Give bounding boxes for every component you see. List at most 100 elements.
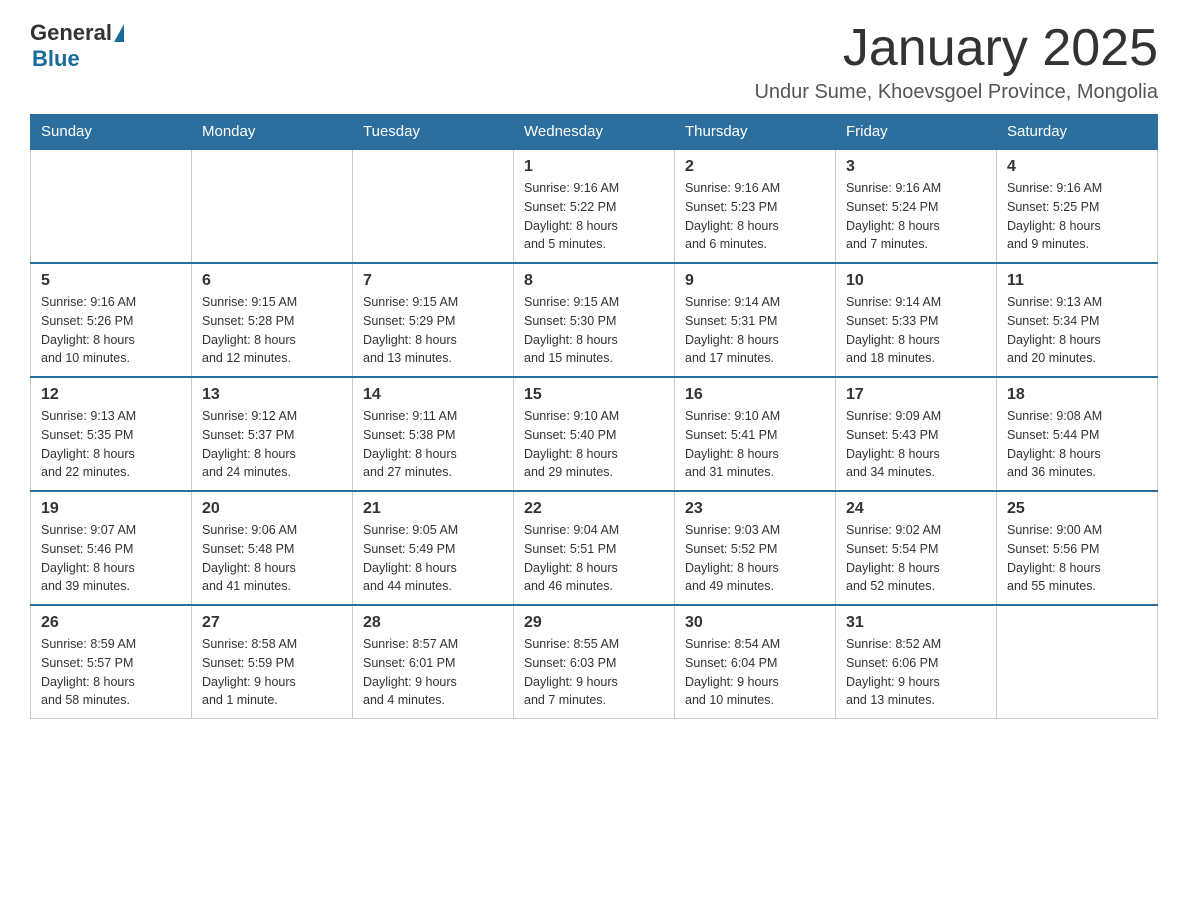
day-number: 18 — [1007, 386, 1147, 404]
calendar-cell — [192, 149, 353, 263]
day-number: 10 — [846, 272, 986, 290]
day-info: Sunrise: 9:00 AMSunset: 5:56 PMDaylight:… — [1007, 521, 1147, 596]
calendar-header-sunday: Sunday — [31, 115, 192, 150]
day-info: Sunrise: 9:03 AMSunset: 5:52 PMDaylight:… — [685, 521, 825, 596]
calendar-cell: 28 Sunrise: 8:57 AMSunset: 6:01 PMDayligh… — [353, 605, 514, 719]
title-section: January 2025 Undur Sume, Khoevsgoel Prov… — [754, 20, 1158, 104]
day-info: Sunrise: 9:16 AMSunset: 5:22 PMDaylight:… — [524, 179, 664, 254]
calendar-cell — [997, 605, 1158, 719]
calendar-cell: 22 Sunrise: 9:04 AMSunset: 5:51 PMDayligh… — [514, 491, 675, 605]
page-header: General Blue January 2025 Undur Sume, Kh… — [30, 20, 1158, 104]
day-info: Sunrise: 9:16 AMSunset: 5:23 PMDaylight:… — [685, 179, 825, 254]
calendar-header-friday: Friday — [836, 115, 997, 150]
calendar-cell: 30 Sunrise: 8:54 AMSunset: 6:04 PMDayligh… — [675, 605, 836, 719]
day-info: Sunrise: 9:07 AMSunset: 5:46 PMDaylight:… — [41, 521, 181, 596]
calendar-header-monday: Monday — [192, 115, 353, 150]
calendar-table: SundayMondayTuesdayWednesdayThursdayFrid… — [30, 114, 1158, 719]
day-info: Sunrise: 9:16 AMSunset: 5:24 PMDaylight:… — [846, 179, 986, 254]
calendar-cell: 5Sunrise: 9:16 AMSunset: 5:26 PMDaylight… — [31, 263, 192, 377]
day-number: 1 — [524, 158, 664, 176]
day-info: Sunrise: 9:02 AMSunset: 5:54 PMDaylight:… — [846, 521, 986, 596]
calendar-cell: 14 Sunrise: 9:11 AMSunset: 5:38 PMDayligh… — [353, 377, 514, 491]
logo: General Blue — [30, 20, 125, 72]
day-number: 14 — [363, 386, 503, 404]
calendar-cell: 19 Sunrise: 9:07 AMSunset: 5:46 PMDayligh… — [31, 491, 192, 605]
calendar-cell: 23 Sunrise: 9:03 AMSunset: 5:52 PMDayligh… — [675, 491, 836, 605]
calendar-cell: 16 Sunrise: 9:10 AMSunset: 5:41 PMDayligh… — [675, 377, 836, 491]
logo-triangle-icon — [114, 24, 124, 42]
week-row-2: 12Sunrise: 9:13 AMSunset: 5:35 PMDayligh… — [31, 377, 1158, 491]
day-info: Sunrise: 9:15 AMSunset: 5:29 PMDaylight:… — [363, 293, 503, 368]
calendar-cell: 3 Sunrise: 9:16 AMSunset: 5:24 PMDaylight… — [836, 149, 997, 263]
calendar-header-row: SundayMondayTuesdayWednesdayThursdayFrid… — [31, 115, 1158, 150]
location-text: Undur Sume, Khoevsgoel Province, Mongoli… — [754, 81, 1158, 104]
calendar-cell: 31 Sunrise: 8:52 AMSunset: 6:06 PMDayligh… — [836, 605, 997, 719]
day-info: Sunrise: 8:54 AMSunset: 6:04 PMDaylight:… — [685, 635, 825, 710]
day-number: 22 — [524, 500, 664, 518]
logo-blue-text: Blue — [32, 46, 80, 71]
calendar-cell: 13Sunrise: 9:12 AMSunset: 5:37 PMDayligh… — [192, 377, 353, 491]
week-row-3: 19 Sunrise: 9:07 AMSunset: 5:46 PMDayligh… — [31, 491, 1158, 605]
day-info: Sunrise: 9:13 AMSunset: 5:34 PMDaylight:… — [1007, 293, 1147, 368]
day-info: Sunrise: 9:16 AMSunset: 5:26 PMDaylight:… — [41, 293, 181, 368]
calendar-cell: 4Sunrise: 9:16 AMSunset: 5:25 PMDaylight… — [997, 149, 1158, 263]
day-info: Sunrise: 8:57 AMSunset: 6:01 PMDaylight:… — [363, 635, 503, 710]
day-number: 31 — [846, 614, 986, 632]
day-info: Sunrise: 9:08 AMSunset: 5:44 PMDaylight:… — [1007, 407, 1147, 482]
day-number: 13 — [202, 386, 342, 404]
day-number: 20 — [202, 500, 342, 518]
day-info: Sunrise: 9:09 AMSunset: 5:43 PMDaylight:… — [846, 407, 986, 482]
day-number: 23 — [685, 500, 825, 518]
month-title: January 2025 — [754, 20, 1158, 77]
day-number: 11 — [1007, 272, 1147, 290]
week-row-1: 5Sunrise: 9:16 AMSunset: 5:26 PMDaylight… — [31, 263, 1158, 377]
calendar-cell: 11 Sunrise: 9:13 AMSunset: 5:34 PMDayligh… — [997, 263, 1158, 377]
day-number: 21 — [363, 500, 503, 518]
calendar-cell: 27Sunrise: 8:58 AMSunset: 5:59 PMDayligh… — [192, 605, 353, 719]
day-info: Sunrise: 9:10 AMSunset: 5:40 PMDaylight:… — [524, 407, 664, 482]
calendar-cell: 8Sunrise: 9:15 AMSunset: 5:30 PMDaylight… — [514, 263, 675, 377]
calendar-header-tuesday: Tuesday — [353, 115, 514, 150]
calendar-header-wednesday: Wednesday — [514, 115, 675, 150]
day-number: 7 — [363, 272, 503, 290]
calendar-cell: 2 Sunrise: 9:16 AMSunset: 5:23 PMDaylight… — [675, 149, 836, 263]
calendar-cell: 9 Sunrise: 9:14 AMSunset: 5:31 PMDaylight… — [675, 263, 836, 377]
day-info: Sunrise: 9:14 AMSunset: 5:33 PMDaylight:… — [846, 293, 986, 368]
day-info: Sunrise: 9:06 AMSunset: 5:48 PMDaylight:… — [202, 521, 342, 596]
calendar-cell: 24 Sunrise: 9:02 AMSunset: 5:54 PMDayligh… — [836, 491, 997, 605]
day-info: Sunrise: 9:05 AMSunset: 5:49 PMDaylight:… — [363, 521, 503, 596]
week-row-0: 1 Sunrise: 9:16 AMSunset: 5:22 PMDaylight… — [31, 149, 1158, 263]
day-number: 19 — [41, 500, 181, 518]
day-number: 9 — [685, 272, 825, 290]
calendar-cell: 20 Sunrise: 9:06 AMSunset: 5:48 PMDayligh… — [192, 491, 353, 605]
week-row-4: 26Sunrise: 8:59 AMSunset: 5:57 PMDayligh… — [31, 605, 1158, 719]
day-info: Sunrise: 9:15 AMSunset: 5:28 PMDaylight:… — [202, 293, 342, 368]
calendar-cell: 10 Sunrise: 9:14 AMSunset: 5:33 PMDayligh… — [836, 263, 997, 377]
day-info: Sunrise: 9:10 AMSunset: 5:41 PMDaylight:… — [685, 407, 825, 482]
calendar-cell: 25 Sunrise: 9:00 AMSunset: 5:56 PMDayligh… — [997, 491, 1158, 605]
day-info: Sunrise: 9:11 AMSunset: 5:38 PMDaylight:… — [363, 407, 503, 482]
day-info: Sunrise: 9:04 AMSunset: 5:51 PMDaylight:… — [524, 521, 664, 596]
day-number: 28 — [363, 614, 503, 632]
day-number: 12 — [41, 386, 181, 404]
day-number: 25 — [1007, 500, 1147, 518]
day-number: 29 — [524, 614, 664, 632]
calendar-cell: 7 Sunrise: 9:15 AMSunset: 5:29 PMDaylight… — [353, 263, 514, 377]
day-info: Sunrise: 9:14 AMSunset: 5:31 PMDaylight:… — [685, 293, 825, 368]
day-number: 24 — [846, 500, 986, 518]
day-number: 26 — [41, 614, 181, 632]
day-number: 16 — [685, 386, 825, 404]
calendar-cell: 1 Sunrise: 9:16 AMSunset: 5:22 PMDaylight… — [514, 149, 675, 263]
day-number: 30 — [685, 614, 825, 632]
calendar-header-thursday: Thursday — [675, 115, 836, 150]
day-number: 2 — [685, 158, 825, 176]
day-info: Sunrise: 9:16 AMSunset: 5:25 PMDaylight:… — [1007, 179, 1147, 254]
calendar-cell: 15Sunrise: 9:10 AMSunset: 5:40 PMDayligh… — [514, 377, 675, 491]
day-number: 6 — [202, 272, 342, 290]
calendar-cell: 26Sunrise: 8:59 AMSunset: 5:57 PMDayligh… — [31, 605, 192, 719]
day-info: Sunrise: 8:52 AMSunset: 6:06 PMDaylight:… — [846, 635, 986, 710]
calendar-cell — [31, 149, 192, 263]
day-number: 8 — [524, 272, 664, 290]
day-number: 17 — [846, 386, 986, 404]
day-number: 3 — [846, 158, 986, 176]
